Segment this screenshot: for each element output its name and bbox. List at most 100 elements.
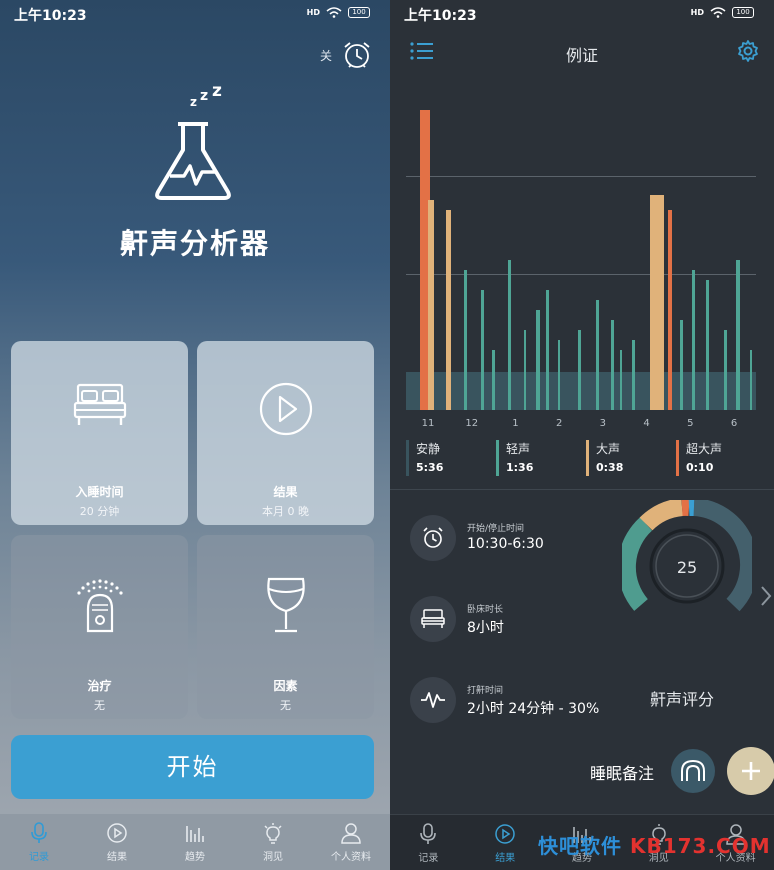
factors-tile[interactable]: 因素 无: [197, 535, 374, 719]
legend-name: 轻声: [506, 442, 531, 456]
chart-gridline: [406, 274, 756, 275]
legend-swatch: [676, 440, 679, 476]
chevron-right-icon[interactable]: [760, 584, 772, 608]
legend-item: 安静 5:36: [406, 440, 443, 476]
chart-legend: 安静 5:36 轻声 1:36 大声 0:38 超大声 0:10: [406, 440, 756, 476]
tab-results[interactable]: 结果: [78, 814, 156, 870]
wifi-icon: [710, 7, 726, 18]
stat-icon-badge: [410, 515, 456, 561]
tile-label: 治疗: [87, 679, 112, 693]
sleep-notes-button[interactable]: [671, 749, 715, 793]
alarm-toggle[interactable]: 关: [320, 40, 372, 70]
results-tile[interactable]: 结果 本月 0 晚: [197, 341, 374, 525]
tab-label: 记录: [418, 853, 439, 864]
svg-text:z: z: [212, 84, 222, 101]
snore-timeline-chart: [406, 80, 756, 410]
snore-event-bar: [546, 290, 549, 410]
bottom-tab-bar: 记录 结果 趋势 洞见 个人资料: [0, 814, 390, 870]
snore-score-gauge[interactable]: 25: [622, 500, 752, 620]
watermark: 快吧软件 KB173.COM: [538, 830, 771, 859]
tile-label: 结果: [273, 485, 298, 499]
waveform-icon: [421, 692, 445, 708]
stat-icon-badge: [410, 596, 456, 642]
page-title: 例证: [565, 46, 598, 65]
snore-event-bar: [446, 210, 451, 410]
sleep-notes-label: 睡眠备注: [590, 764, 655, 783]
x-tick-label: 4: [643, 418, 650, 429]
status-bar: 上午10:23 HD 100: [390, 0, 774, 28]
tile-value: 本月 0 晚: [262, 505, 309, 518]
tab-record[interactable]: 记录: [390, 815, 467, 870]
snore-event-bar: [428, 200, 434, 410]
x-tick-label: 3: [599, 418, 607, 429]
chart-x-axis: 11 12 1 2 3 4 5 6: [406, 418, 756, 434]
play-icon: [259, 382, 312, 436]
add-note-button[interactable]: [727, 747, 774, 795]
play-circle-icon: [495, 824, 515, 844]
x-tick-label: 12: [465, 418, 479, 429]
flask-logo-icon: z z z: [155, 84, 231, 200]
snore-event-bar: [558, 340, 560, 410]
alarm-clock-icon: [344, 42, 370, 68]
tile-value: 无: [280, 699, 291, 712]
x-tick-label: 2: [555, 418, 563, 429]
snore-event-bar: [680, 320, 683, 410]
tab-profile[interactable]: 个人资料: [312, 814, 390, 870]
snoring-time-stat: 打鼾时间 2小时 24分钟 - 30%: [410, 677, 630, 723]
tab-results[interactable]: 结果: [467, 815, 544, 870]
app-title: 鼾声分析器: [119, 227, 270, 260]
tab-record[interactable]: 记录: [0, 814, 78, 870]
tab-label: 洞见: [263, 852, 283, 863]
hd-indicator: HD: [306, 8, 320, 17]
legend-swatch: [586, 440, 589, 476]
svg-text:z: z: [200, 88, 208, 104]
quiet-baseline-band: [406, 372, 756, 410]
legend-duration: 0:10: [686, 461, 714, 474]
alarm-state-label: 关: [319, 48, 332, 63]
sleep-onset-tile[interactable]: 入睡时间 20 分钟: [11, 341, 188, 525]
legend-name: 超大声: [686, 442, 723, 456]
bed-icon: [73, 383, 126, 425]
snore-event-bar: [750, 350, 752, 410]
legend-item: 轻声 1:36: [496, 440, 533, 476]
tile-value: 无: [94, 699, 105, 712]
snore-event-bar: [706, 280, 709, 410]
tab-label: 结果: [495, 853, 516, 864]
snore-event-bar: [464, 270, 467, 410]
alarm-clock-icon: [423, 527, 443, 548]
snore-score-label: 鼾声评分: [650, 690, 715, 709]
stat-value: 2小时 24分钟 - 30%: [467, 701, 600, 717]
tab-insights[interactable]: 洞见: [234, 814, 312, 870]
legend-item: 大声 0:38: [586, 440, 623, 476]
header: 例证: [390, 34, 774, 68]
sample-result-screen: 上午10:23 HD 100 例证 11 12 1 2 3 4 5 6 安静 5:3: [390, 0, 774, 870]
status-icons: HD 100: [307, 7, 370, 18]
start-button[interactable]: 开始: [11, 735, 374, 799]
remedy-device-icon: [76, 579, 123, 633]
snore-event-bar: [650, 195, 664, 410]
tab-label: 个人资料: [331, 852, 371, 863]
time-in-bed-stat: 卧床时长 8小时: [410, 596, 630, 642]
remedy-tile[interactable]: 治疗 无: [11, 535, 188, 719]
status-icons: HD 100: [691, 7, 754, 18]
tab-label: 记录: [29, 852, 49, 863]
wifi-icon: [326, 7, 342, 18]
play-circle-icon: [107, 823, 127, 843]
tile-label: 入睡时间: [75, 485, 124, 499]
gear-icon[interactable]: [736, 39, 760, 63]
status-time: 上午10:23: [404, 8, 477, 24]
snore-event-bar: [536, 310, 540, 410]
microphone-icon: [420, 823, 437, 844]
stat-value: 10:30-6:30: [467, 536, 544, 552]
person-icon: [341, 823, 361, 844]
tile-label: 因素: [273, 679, 298, 693]
tab-trends[interactable]: 趋势: [156, 814, 234, 870]
snore-event-bar: [596, 300, 599, 410]
snore-event-bar: [632, 340, 635, 410]
snore-event-bar: [736, 260, 740, 410]
legend-duration: 0:38: [596, 461, 624, 474]
snore-score-value: 25: [677, 558, 697, 577]
bed-icon: [421, 609, 445, 628]
status-time: 上午10:23: [14, 8, 87, 24]
status-bar: 上午10:23 HD 100: [0, 0, 390, 28]
